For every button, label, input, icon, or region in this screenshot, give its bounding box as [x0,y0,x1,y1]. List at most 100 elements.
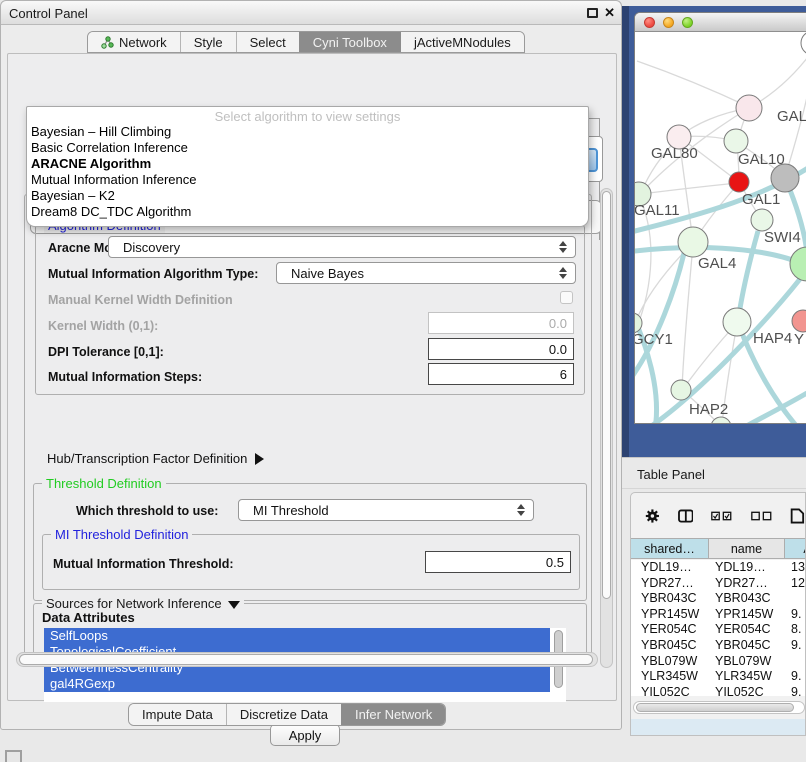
node-table[interactable]: YDL19…YDL19…13YDR27…YDR27…12YBR043CYBR04… [631,560,806,696]
minimize-traffic-icon[interactable] [663,17,674,28]
dpi-tolerance-input[interactable]: 0.0 [428,338,574,360]
network-node[interactable] [771,164,799,192]
network-canvas[interactable]: GALGAL80GAL10GAL1GAL11SWI4GAL4GCY1HAP4YH… [635,32,806,424]
network-node[interactable] [729,172,749,192]
columns-icon[interactable] [678,508,694,524]
minimized-panel-icon[interactable] [5,750,22,762]
network-node-label: GAL1 [742,191,780,208]
table-row[interactable]: YLR345WYLR345W9. [631,669,806,685]
gear-icon[interactable] [645,507,660,525]
kernel-width-label: Kernel Width (0,1): [48,319,158,333]
tab-jactivemnodules[interactable]: jActiveMNodules [400,32,524,52]
table-cell: YER054C [709,622,785,638]
attribute-list-item[interactable]: gal4RGexp [44,676,550,692]
algorithm-option[interactable]: ARACNE Algorithm [27,156,588,172]
tab-discretize-data[interactable]: Discretize Data [226,704,341,725]
algorithm-option[interactable]: Bayesian – K2 [27,188,588,204]
hub-definition-expander[interactable]: Hub/Transcription Factor Definition [47,451,264,466]
table-panel-toolbar [631,499,805,533]
dpi-tolerance-label: DPI Tolerance [0,1]: [48,345,164,359]
table-row[interactable]: YER054CYER054C8. [631,622,806,638]
mi-threshold-input[interactable]: 0.5 [425,551,571,573]
network-node[interactable] [736,95,762,121]
table-cell: YBR045C [709,638,785,654]
settings-horizontal-scrollbar[interactable] [16,652,598,667]
tab-cyni-toolbox[interactable]: Cyni Toolbox [299,32,400,52]
algorithm-option[interactable]: Basic Correlation Inference [27,140,588,156]
algorithm-option[interactable]: Dream8 DC_TDC Algorithm [27,204,588,220]
table-cell: YDL19… [631,560,709,576]
document-icon[interactable] [790,506,805,526]
network-node[interactable] [678,227,708,257]
table-cell: YBR043C [631,591,709,607]
scrollbar-thumb[interactable] [602,191,611,599]
network-node-label: SWI4 [764,229,801,246]
tab-style[interactable]: Style [180,32,236,52]
mi-threshold-definition-title: MI Threshold Definition [51,527,192,542]
mi-type-combobox[interactable]: Naive Bayes [276,262,576,284]
tab-select[interactable]: Select [236,32,299,52]
tab-network[interactable]: Network [88,32,180,52]
which-threshold-combobox[interactable]: MI Threshold [238,499,534,521]
close-traffic-icon[interactable] [644,17,655,28]
network-node-label: Y [794,331,804,348]
table-row[interactable]: YIL052CYIL052C9. [631,685,806,696]
column-header-name[interactable]: name [709,539,785,558]
network-node[interactable] [790,247,806,281]
algorithm-option[interactable]: Mutual Information Inference [27,172,588,188]
checked-columns-icon[interactable] [711,510,732,522]
network-edge[interactable] [682,244,693,389]
combo-spinner-icon [517,500,525,520]
network-node-label: GAL10 [738,151,785,168]
network-edge[interactable] [637,61,749,107]
settings-vertical-scrollbar[interactable] [600,188,613,668]
unchecked-columns-icon[interactable] [751,510,772,522]
control-panel-titlebar[interactable]: Control Panel ✕ [1,1,621,25]
close-icon[interactable]: ✕ [604,5,615,21]
kernel-width-input[interactable]: 0.0 [428,312,574,334]
table-cell: 13 [785,560,806,576]
network-view-window: GALGAL80GAL10GAL1GAL11SWI4GAL4GCY1HAP4YH… [634,12,806,424]
aracne-mode-combobox[interactable]: Discovery [108,236,576,258]
table-cell: YLR345W [709,669,785,685]
table-panel-titlebar[interactable]: Table Panel [622,457,806,489]
combo-spinner-icon [559,263,567,283]
column-header-clipped[interactable]: A [785,539,806,558]
table-row[interactable]: YDL19…YDL19…13 [631,560,806,576]
mi-type-label: Mutual Information Algorithm Type: [48,267,258,281]
cyni-algorithm-settings-group: Cyni Algorithm Settings Algorithm Defini… [24,194,592,664]
column-header-shared-name[interactable]: shared… [631,539,709,558]
algorithm-option[interactable]: Bayesian – Hill Climbing [27,124,588,140]
network-node[interactable] [801,32,806,55]
zoom-traffic-icon[interactable] [682,17,693,28]
mi-steps-input[interactable]: 6 [428,363,574,385]
network-node-label: HAP4 [753,330,792,347]
manual-kernel-checkbox[interactable] [560,291,573,304]
scrollbar-thumb[interactable] [19,654,593,665]
table-cell: YPR145W [709,607,785,623]
attribute-list-item[interactable]: SelfLoops [44,628,550,644]
table-cell: YBL079W [709,654,785,670]
network-edge[interactable] [641,183,738,194]
network-node[interactable] [751,209,773,231]
network-node[interactable] [723,308,751,336]
network-node[interactable] [671,380,691,400]
table-row[interactable]: YPR145WYPR145W9. [631,607,806,623]
mi-threshold-definition-group: MI Threshold Definition Mutual Informati… [42,534,580,590]
table-row[interactable]: YBR045CYBR045C9. [631,638,806,654]
network-node[interactable] [724,129,748,153]
tab-impute-data[interactable]: Impute Data [129,704,226,725]
network-node[interactable] [711,417,731,424]
table-row[interactable]: YDR27…YDR27…12 [631,576,806,592]
network-window-titlebar[interactable] [635,13,806,32]
scrollbar-thumb[interactable] [636,703,794,712]
restore-icon[interactable] [587,8,598,18]
table-cell: 9. [785,685,806,696]
tab-infer-network[interactable]: Infer Network [341,704,445,725]
apply-button[interactable]: Apply [270,724,340,746]
table-row[interactable]: YBR043CYBR043C [631,591,806,607]
table-row[interactable]: YBL079WYBL079W [631,654,806,670]
table-horizontal-scrollbar[interactable] [633,701,805,714]
network-node[interactable] [792,310,806,332]
network-edge-thick[interactable] [738,231,758,321]
